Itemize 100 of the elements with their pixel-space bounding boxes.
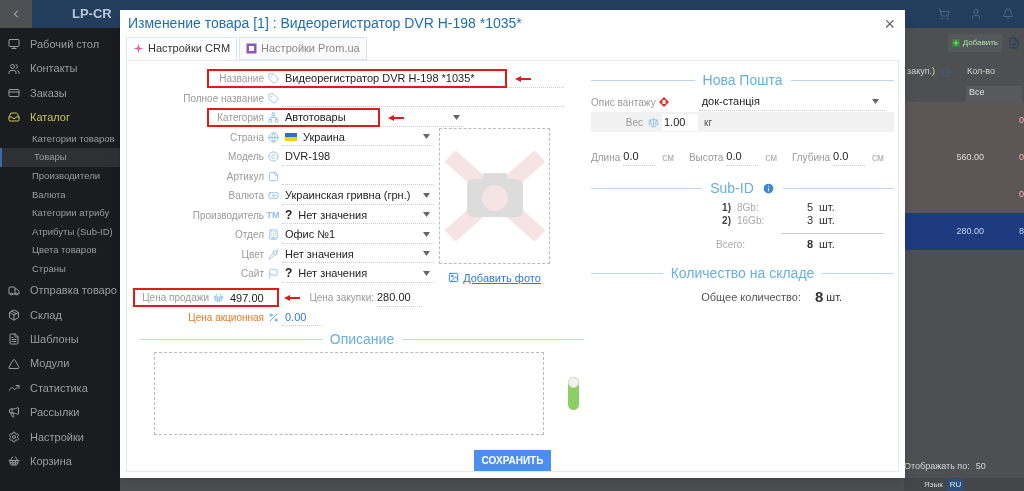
select-field[interactable]: Нет значения (282, 245, 434, 264)
card-icon (8, 86, 20, 99)
collapse-button[interactable] (0, 0, 32, 28)
table-cell-text: 0 (1018, 187, 1024, 201)
language-label: Язык (924, 478, 943, 491)
sidebar-item[interactable]: Модули (0, 351, 120, 376)
field-label: Высота (688, 150, 724, 165)
unit-label: шт. (819, 200, 835, 216)
sidebar-item[interactable]: Корзина (0, 449, 120, 474)
per-page-label: Отображать по: (904, 460, 970, 474)
dimension-field[interactable]: 0.0 (623, 148, 656, 166)
unknown-mark: ? (285, 206, 293, 224)
nova-poshta-logo-icon (658, 97, 669, 107)
add-photo-link[interactable]: Добавить фото (448, 269, 541, 286)
sidebar-item[interactable]: Рабочий стол (0, 32, 120, 57)
select-field[interactable]: Офис №1 (282, 225, 434, 244)
field-label: Отдел (234, 228, 264, 243)
sidebar-item[interactable]: Настройки (0, 424, 120, 450)
sidebar-subitem[interactable]: Товары (0, 148, 120, 167)
select-field[interactable]: ? Нет значения (282, 206, 434, 225)
sidebar-item[interactable]: Шаблоны (0, 327, 120, 352)
caret-icon (423, 212, 430, 218)
caret-icon (423, 270, 430, 276)
table-row[interactable]: 560.00 0 (904, 139, 1024, 176)
caret-icon (423, 231, 430, 237)
ukraine-flag-icon (285, 132, 297, 141)
pipette-icon (267, 248, 279, 260)
toggle-switch[interactable] (568, 377, 579, 410)
table-cell-text: 8 (1018, 224, 1024, 238)
filter-select[interactable]: Все (966, 86, 1022, 102)
basket-icon (8, 455, 20, 468)
stock-label: Общее количество: (700, 289, 801, 305)
select-value: Автотовары (285, 110, 346, 125)
file-icon[interactable] (1008, 37, 1020, 49)
bell-icon[interactable] (1002, 8, 1014, 20)
close-button[interactable]: × (884, 14, 899, 33)
sidebar-item[interactable]: Статистика (0, 375, 120, 401)
sidebar-item[interactable]: Рассылки (0, 400, 120, 425)
description-editor[interactable] (154, 352, 544, 435)
unknown-mark: ? (285, 265, 293, 283)
text-field[interactable]: Видеорегистратор DVR H-198 *1035* (282, 69, 564, 88)
sidebar-item[interactable]: Заказы (0, 80, 120, 106)
item-index: 2) (721, 214, 731, 228)
select-value: Украинская гривна (грн.) (285, 188, 411, 203)
select-field[interactable]: ? Нет значения (282, 264, 434, 283)
table-row[interactable]: 0 (904, 102, 1024, 139)
photo-dropzone[interactable] (439, 127, 550, 264)
text-field[interactable]: DVR-198 (282, 147, 434, 166)
select-field[interactable]: Украина (282, 128, 434, 147)
megaphone-icon (8, 406, 20, 419)
field-label: Категория (216, 111, 264, 126)
sidebar-item[interactable]: Отправка товаро (0, 278, 120, 303)
unit-label: см (662, 150, 675, 165)
sidebar-subitem[interactable]: Производители (0, 166, 120, 186)
language-button[interactable]: RU (946, 478, 965, 491)
section-legend: Sub-ID (710, 177, 754, 199)
field-label: Опис вантажу (591, 95, 656, 110)
add-button[interactable]: Добавить (947, 34, 1002, 52)
weight-field[interactable]: 1.00 (662, 113, 698, 131)
tab[interactable]: Настройки Prom.ua (239, 37, 367, 60)
field-label: Артикул (225, 169, 264, 184)
item-index: 1) (721, 201, 731, 215)
tab[interactable]: Настройки CRM (126, 37, 238, 60)
sidebar-item[interactable]: Контакты (0, 56, 120, 81)
field-label: Сайт (239, 267, 264, 282)
sidebar-subitem[interactable]: Цвета товаров (0, 241, 120, 260)
basket-icon (212, 292, 224, 304)
select-field[interactable]: Украинская гривна (грн.) (282, 186, 434, 205)
package-icon (8, 308, 20, 321)
users-icon (8, 62, 20, 75)
unit-label: кг (704, 115, 713, 130)
sidebar-item[interactable]: Каталог (0, 105, 120, 130)
item-quantity: 5 (805, 200, 813, 216)
table-cell-text: 0 (1018, 113, 1024, 127)
per-page-select[interactable]: 50 (975, 460, 986, 474)
triangle-icon (8, 357, 20, 370)
select-field[interactable]: Автотовары (282, 108, 464, 127)
table-row[interactable]: 280.00 8 (904, 213, 1024, 250)
caret-icon (423, 134, 430, 140)
sidebar-item[interactable]: Склад (0, 302, 120, 328)
field-label: Глубина (791, 150, 831, 165)
price-field[interactable]: 280.00 (377, 288, 422, 307)
sidebar-subitem[interactable]: Валюта (0, 185, 120, 204)
sidebar-subitem[interactable]: Категории товаров (0, 129, 120, 149)
building-icon (267, 229, 279, 241)
dimension-field[interactable]: 0.0 (833, 148, 866, 166)
sidebar-subitem[interactable]: Атрибуты (Sub-ID) (0, 222, 120, 242)
table-row[interactable]: 0 (904, 176, 1024, 213)
price-field[interactable]: 0.00 (282, 308, 322, 327)
cart-icon[interactable] (938, 8, 950, 20)
price-field[interactable]: 497.00 (227, 288, 279, 307)
dimension-field[interactable]: 0.0 (726, 148, 759, 166)
field-label: Валюта (227, 189, 264, 204)
globe-icon (267, 131, 279, 143)
select-field[interactable]: док-станція (698, 93, 885, 111)
sidebar-subitem[interactable]: Страны (0, 259, 120, 279)
scale-icon (648, 116, 659, 128)
user-icon[interactable] (970, 8, 982, 20)
sidebar-subitem[interactable]: Категории атрибу (0, 203, 120, 223)
inbox-icon (8, 111, 20, 124)
